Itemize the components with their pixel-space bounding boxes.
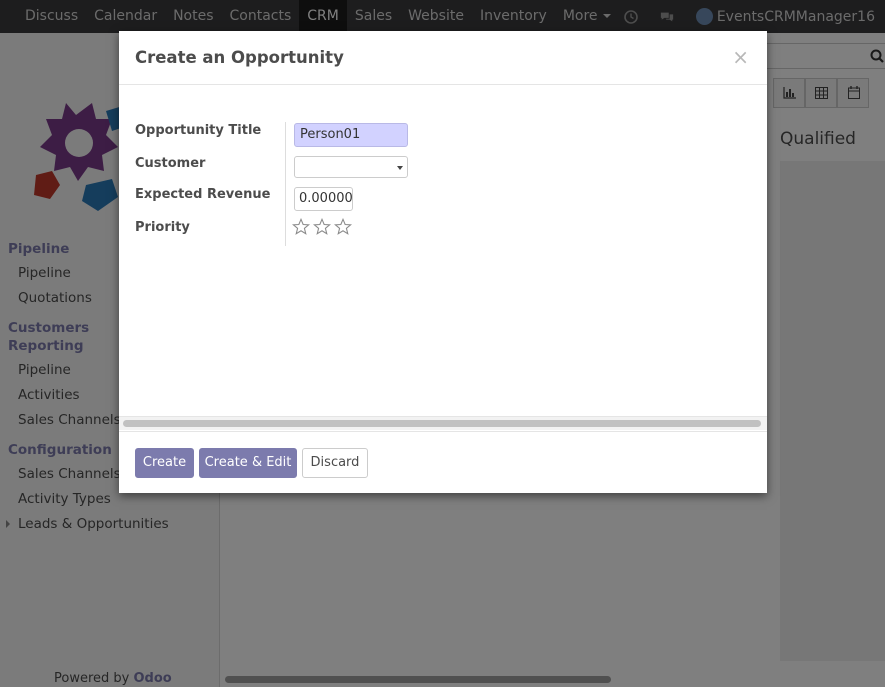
close-icon[interactable]: × (732, 45, 749, 69)
expected-revenue-input[interactable]: 0.00000 (294, 187, 353, 211)
star-icon[interactable] (313, 218, 331, 236)
dialog-header: Create an Opportunity × (119, 31, 767, 85)
dialog-scrollbar[interactable] (119, 416, 767, 430)
scrollbar-thumb[interactable] (123, 420, 761, 427)
discard-button[interactable]: Discard (302, 448, 368, 478)
priority-stars (292, 218, 355, 236)
opportunity-title-input[interactable]: Person01 (294, 123, 408, 147)
customer-select[interactable] (294, 156, 408, 178)
dialog-footer: Create Create & Edit Discard (119, 431, 767, 493)
priority-label: Priority (135, 220, 190, 235)
dialog-title: Create an Opportunity (135, 48, 344, 67)
create-button[interactable]: Create (135, 448, 194, 478)
create-opportunity-dialog: Create an Opportunity × Opportunity Titl… (119, 31, 767, 493)
star-icon[interactable] (292, 218, 310, 236)
expected-revenue-label: Expected Revenue (135, 187, 271, 202)
opportunity-title-label: Opportunity Title (135, 123, 262, 138)
dropdown-arrow-icon (397, 166, 403, 170)
field-divider (285, 122, 286, 246)
customer-label: Customer (135, 156, 206, 171)
star-icon[interactable] (334, 218, 352, 236)
create-edit-button[interactable]: Create & Edit (199, 448, 297, 478)
